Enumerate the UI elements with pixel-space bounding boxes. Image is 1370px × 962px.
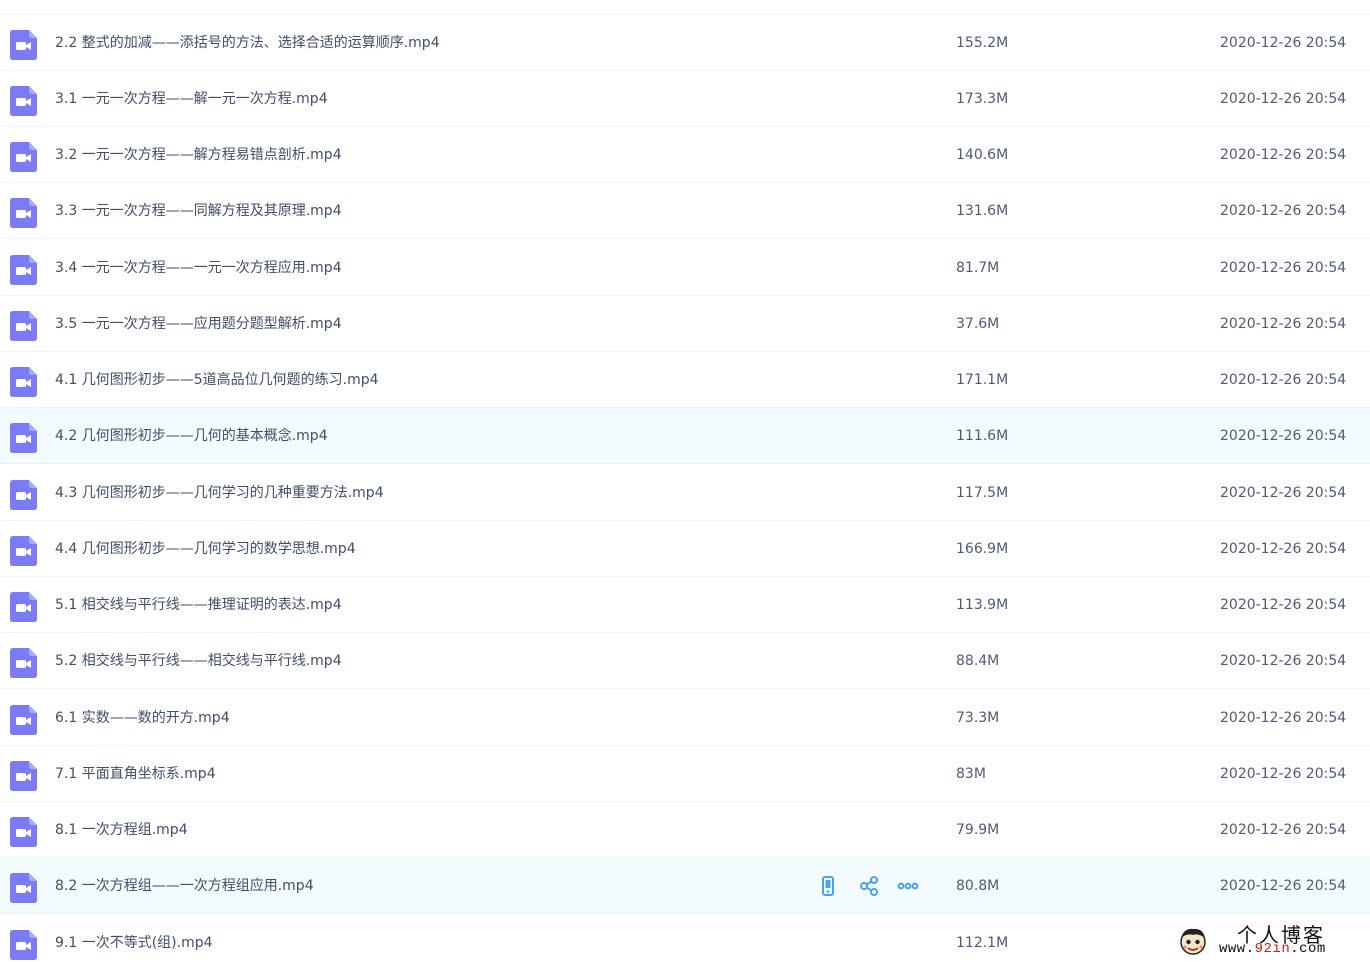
file-date: 2020-12-26 20:54 — [1220, 428, 1347, 445]
file-date: 2020-12-26 20:54 — [1220, 259, 1347, 276]
file-date: 2020-12-26 20:54 — [1220, 90, 1347, 107]
file-size: 140.6M — [956, 147, 1009, 163]
file-size: 81.7M — [956, 259, 1000, 276]
file-row[interactable]: 4.3 几何图形初步——几何学习的几种重要方法.mp4 117.5M 2020-12… — [0, 465, 1370, 521]
file-date: 2020-12-26 20:54 — [1220, 822, 1347, 838]
video-file-icon — [10, 704, 37, 735]
file-date: 2020-12-26 20:54 — [1220, 597, 1347, 613]
video-file-icon — [10, 310, 37, 341]
file-row[interactable]: 3.3 一元一次方程——同解方程及其原理.mp4 131.6M 2020-12-26… — [0, 183, 1370, 240]
file-size: 131.6M — [956, 203, 1009, 220]
file-name[interactable]: 6.1 实数——数的开方.mp4 — [55, 690, 230, 746]
watermark: 个人博客 www.92in.com — [1175, 918, 1370, 962]
file-row[interactable]: 3.5 一元一次方程——应用题分题型解析.mp4 37.6M 2020-12-26 … — [0, 296, 1370, 352]
share-icon[interactable] — [857, 874, 881, 898]
file-date: 2020-12-26 20:54 — [1220, 484, 1347, 501]
file-date: 2020-12-26 20:54 — [1220, 709, 1347, 726]
file-row[interactable]: 3.4 一元一次方程——一元一次方程应用.mp4 81.7M 2020-12-26 … — [0, 240, 1370, 296]
file-date: 2020-12-26 20:54 — [1220, 765, 1347, 782]
file-name[interactable]: 8.1 一次方程组.mp4 — [55, 802, 188, 858]
file-row[interactable]: 4.4 几何图形初步——几何学习的数学思想.mp4 166.9M 2020-12-2… — [0, 521, 1370, 577]
file-date: 2020-12-26 20:54 — [1220, 540, 1347, 557]
file-row[interactable]: 6.1 实数——数的开方.mp4 73.3M 2020-12-26 20:54 — [0, 690, 1370, 746]
file-date: 2020-12-26 20:54 — [1220, 34, 1347, 51]
video-file-icon — [10, 29, 37, 60]
video-file-icon — [10, 142, 37, 172]
file-name[interactable]: 2.2 整式的加减——添括号的方法、选择合适的运算顺序.mp4 — [55, 15, 440, 71]
watermark-url-highlight: 92in — [1254, 941, 1291, 957]
file-size: 111.6M — [956, 428, 1009, 445]
file-row[interactable]: 5.1 相交线与平行线——推理证明的表达.mp4 113.9M 2020-12-26… — [0, 577, 1370, 633]
file-row[interactable]: 5.2 相交线与平行线——相交线与平行线.mp4 88.4M 2020-12-26 … — [0, 633, 1370, 690]
file-name[interactable]: 4.4 几何图形初步——几何学习的数学思想.mp4 — [55, 521, 356, 577]
file-row[interactable]: 4.2 几何图形初步——几何的基本概念.mp4 111.6M 2020-12-26 … — [0, 408, 1370, 465]
file-size: 173.3M — [956, 90, 1009, 107]
file-date: 2020-12-26 20:54 — [1220, 653, 1347, 670]
watermark-url-suffix: .com — [1290, 941, 1326, 957]
video-file-icon — [10, 817, 37, 847]
video-file-icon — [10, 423, 37, 454]
file-date: 2020-12-26 20:54 — [1220, 147, 1347, 163]
file-size: 80.8M — [956, 878, 1000, 895]
file-size: 117.5M — [956, 484, 1009, 501]
file-name[interactable]: 5.2 相交线与平行线——相交线与平行线.mp4 — [55, 633, 342, 689]
file-name[interactable]: 9.1 一次不等式(组).mp4 — [55, 915, 213, 962]
file-name[interactable]: 3.2 一元一次方程——解方程易错点剖析.mp4 — [55, 127, 342, 183]
file-size: 113.9M — [956, 597, 1009, 613]
file-date: 2020-12-26 20:54 — [1220, 372, 1347, 388]
video-file-icon — [10, 85, 37, 116]
more-icon[interactable] — [896, 874, 920, 898]
video-file-icon — [10, 592, 37, 622]
file-name[interactable]: 3.4 一元一次方程——一元一次方程应用.mp4 — [55, 240, 342, 296]
file-name[interactable]: 4.2 几何图形初步——几何的基本概念.mp4 — [55, 408, 328, 464]
file-row[interactable]: 2.2 整式的加减——添括号的方法、选择合适的运算顺序.mp4 155.2M 202… — [0, 15, 1370, 71]
phone-icon[interactable] — [816, 874, 840, 898]
file-row[interactable]: 9.1 一次不等式(组).mp4 112.1M — [0, 915, 1370, 962]
file-size: 37.6M — [956, 315, 1000, 332]
file-date: 2020-12-26 20:54 — [1220, 315, 1347, 332]
file-date: 2020-12-26 20:54 — [1220, 878, 1347, 895]
video-file-icon — [10, 929, 37, 960]
file-name[interactable]: 3.5 一元一次方程——应用题分题型解析.mp4 — [55, 296, 342, 352]
file-size: 171.1M — [956, 372, 1009, 388]
file-name[interactable]: 4.3 几何图形初步——几何学习的几种重要方法.mp4 — [55, 465, 384, 521]
list-row-partial[interactable] — [0, 0, 1370, 15]
file-row[interactable]: 8.1 一次方程组.mp4 79.9M 2020-12-26 20:54 — [0, 802, 1370, 858]
video-file-icon — [10, 648, 37, 679]
file-list: 2.2 整式的加减——添括号的方法、选择合适的运算顺序.mp4 155.2M 202… — [0, 0, 1370, 962]
video-file-icon — [10, 479, 37, 510]
file-row[interactable]: 8.2 一次方程组——一次方程组应用.mp4 80.8M 2020-12-26 20… — [0, 858, 1370, 915]
file-name[interactable]: 3.3 一元一次方程——同解方程及其原理.mp4 — [55, 183, 342, 239]
cartoon-avatar-icon — [1180, 928, 1206, 955]
file-size: 79.9M — [956, 822, 1000, 838]
video-file-icon — [10, 254, 37, 285]
file-size: 155.2M — [956, 34, 1009, 51]
file-size: 73.3M — [956, 709, 1000, 726]
file-size: 112.1M — [956, 934, 1009, 951]
video-file-icon — [10, 760, 37, 791]
file-name[interactable]: 8.2 一次方程组——一次方程组应用.mp4 — [55, 858, 314, 914]
file-name[interactable]: 3.1 一元一次方程——解一元一次方程.mp4 — [55, 71, 328, 127]
file-name[interactable]: 7.1 平面直角坐标系.mp4 — [55, 746, 216, 802]
file-date: 2020-12-26 20:54 — [1220, 203, 1347, 220]
file-size: 83M — [956, 765, 986, 782]
file-row[interactable]: 3.1 一元一次方程——解一元一次方程.mp4 173.3M 2020-12-26 … — [0, 71, 1370, 127]
file-row[interactable]: 3.2 一元一次方程——解方程易错点剖析.mp4 140.6M 2020-12-26… — [0, 127, 1370, 183]
video-file-icon — [10, 873, 37, 904]
file-name[interactable]: 4.1 几何图形初步——5道高品位几何题的练习.mp4 — [55, 352, 379, 408]
watermark-url-prefix: www. — [1219, 941, 1255, 957]
file-row[interactable]: 4.1 几何图形初步——5道高品位几何题的练习.mp4 171.1M 2020-12… — [0, 352, 1370, 408]
watermark-url: www.92in.com — [1219, 941, 1326, 957]
video-file-icon — [10, 198, 37, 229]
video-file-icon — [10, 535, 37, 566]
file-row[interactable]: 7.1 平面直角坐标系.mp4 83M 2020-12-26 20:54 — [0, 746, 1370, 802]
file-name[interactable]: 5.1 相交线与平行线——推理证明的表达.mp4 — [55, 577, 342, 633]
file-size: 88.4M — [956, 653, 1000, 670]
file-size: 166.9M — [956, 540, 1009, 557]
video-file-icon — [10, 367, 37, 397]
